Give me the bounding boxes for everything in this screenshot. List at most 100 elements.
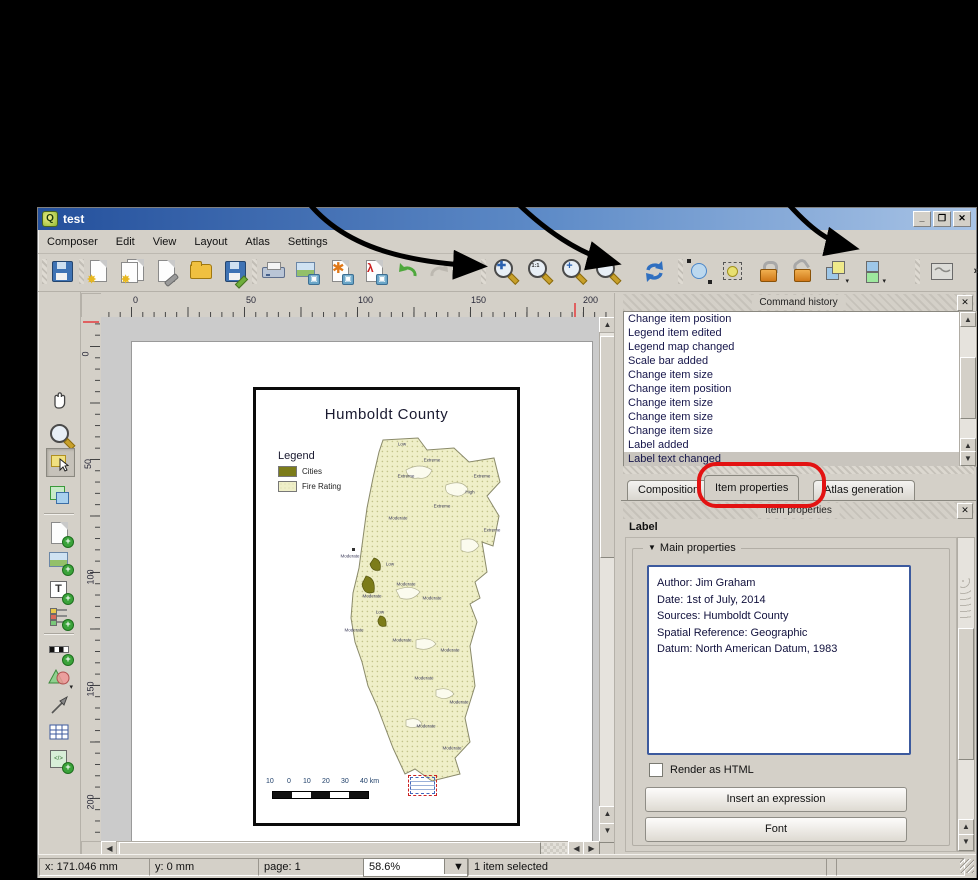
redo-icon[interactable] <box>425 258 452 285</box>
add-new-legend-icon[interactable]: + <box>46 603 73 630</box>
lower-items-icon[interactable]: ▾ <box>859 258 886 285</box>
zoom-actual-size-icon[interactable]: 1:1 <box>527 258 554 285</box>
close-icon[interactable]: ✕ <box>957 503 973 519</box>
unlock-items-icon[interactable] <box>788 258 815 285</box>
composition-page[interactable]: Humboldt County Legend Cities Fire Ratin… <box>131 341 593 841</box>
tab-item-properties[interactable]: Item properties <box>704 475 799 500</box>
atlas-preview-icon[interactable] <box>929 258 956 285</box>
map-item[interactable]: Humboldt County Legend Cities Fire Ratin… <box>253 387 520 826</box>
add-new-map-icon[interactable]: + <box>46 520 73 547</box>
font-button[interactable]: Font <box>645 817 907 842</box>
zoom-full-icon[interactable]: ✚ <box>493 258 520 285</box>
menubar: Composer Edit View Layout Atlas Settings <box>38 230 976 254</box>
save-icon[interactable] <box>48 258 75 285</box>
history-item[interactable]: Change item size <box>624 368 960 382</box>
command-history-list[interactable]: Change item position Legend item edited … <box>623 311 961 467</box>
scrollbar-thumb[interactable] <box>600 336 615 558</box>
zoom-in-icon[interactable]: + <box>561 258 588 285</box>
history-item[interactable]: Change item position <box>624 382 960 396</box>
scrollbar-thumb[interactable] <box>960 357 976 419</box>
menu-layout[interactable]: Layout <box>185 233 236 251</box>
scalebar-graphic <box>272 791 369 799</box>
toolbar-separator <box>44 633 74 634</box>
print-icon[interactable] <box>259 258 286 285</box>
history-item[interactable]: Legend item edited <box>624 326 960 340</box>
add-image-icon[interactable]: + <box>46 548 73 575</box>
history-item[interactable]: Legend map changed <box>624 340 960 354</box>
county-map-graphic <box>256 390 511 817</box>
move-item-content-icon[interactable] <box>46 481 73 508</box>
export-pdf-icon[interactable]: λ▣ <box>361 258 388 285</box>
history-item[interactable]: Scale bar added <box>624 354 960 368</box>
menu-settings[interactable]: Settings <box>279 233 337 251</box>
menu-edit[interactable]: Edit <box>107 233 144 251</box>
raise-items-icon[interactable]: ▾ <box>822 258 849 285</box>
minimize-button[interactable]: _ <box>913 211 931 227</box>
save-as-template-icon[interactable] <box>221 258 248 285</box>
history-scrollbar[interactable]: ▲ ▲ ▼ <box>959 311 977 467</box>
history-item[interactable]: Change item size <box>624 396 960 410</box>
chevron-down-icon[interactable]: ▼ <box>444 859 467 874</box>
scroll-down-button[interactable]: ▼ <box>958 834 974 851</box>
tab-composition[interactable]: Composition <box>627 480 710 500</box>
close-button[interactable]: ✕ <box>953 211 971 227</box>
lock-items-icon[interactable] <box>754 258 781 285</box>
new-composition-icon[interactable]: ✸ <box>85 258 112 285</box>
add-new-label-icon[interactable]: T + <box>46 577 73 604</box>
map-rating-label: Moderate <box>416 724 435 729</box>
insert-expression-button[interactable]: Insert an expression <box>645 787 907 812</box>
add-new-scalebar-icon[interactable]: + <box>46 638 73 665</box>
command-history-header: Command history ✕ <box>623 294 974 311</box>
add-arrow-icon[interactable] <box>46 692 73 719</box>
add-attribute-table-icon[interactable] <box>46 719 73 746</box>
composition-canvas[interactable]: Humboldt County Legend Cities Fire Ratin… <box>101 317 599 841</box>
map-rating-label: Low <box>376 610 384 615</box>
select-move-item-icon[interactable] <box>46 448 75 477</box>
render-as-html-checkbox[interactable] <box>649 763 663 777</box>
export-svg-icon[interactable]: ✱▣ <box>327 258 354 285</box>
maximize-button[interactable]: ❐ <box>933 211 951 227</box>
map-rating-label: Moderate <box>388 516 407 521</box>
map-rating-label: Moderate <box>449 700 468 705</box>
right-dock: Command history ✕ Change item position L… <box>621 293 976 854</box>
selected-label-item[interactable] <box>408 775 437 796</box>
pan-icon[interactable] <box>46 384 73 411</box>
menu-view[interactable]: View <box>144 233 186 251</box>
scroll-up-button[interactable]: ▲ <box>960 312 976 327</box>
undo-icon[interactable] <box>395 258 422 285</box>
duplicate-composition-icon[interactable]: ✸ <box>119 258 146 285</box>
select-move-item-icon[interactable] <box>686 258 713 285</box>
history-item[interactable]: Label added <box>624 438 960 452</box>
main-properties-toggle[interactable]: ▼Main properties <box>643 542 741 554</box>
horizontal-ruler: 0 50 100 150 200 <box>101 293 614 318</box>
refresh-view-icon[interactable] <box>641 258 668 285</box>
zoom-level-combo[interactable]: 58.6% ▼ <box>363 858 468 877</box>
map-rating-label: Moderate <box>442 746 461 751</box>
resize-grip[interactable] <box>960 859 974 873</box>
history-item[interactable]: Change item size <box>624 410 960 424</box>
close-icon[interactable]: ✕ <box>957 295 973 311</box>
map-rating-label: Extreme <box>424 458 441 463</box>
menu-composer[interactable]: Composer <box>38 233 107 251</box>
zoom-icon[interactable] <box>46 420 73 447</box>
label-text-input[interactable]: Author: Jim Graham Date: 1st of July, 20… <box>647 565 911 755</box>
add-basic-shape-icon[interactable]: ▾ <box>46 664 73 691</box>
zoom-out-icon[interactable]: − <box>595 258 622 285</box>
scroll-down-button[interactable]: ▼ <box>960 451 976 466</box>
menu-atlas[interactable]: Atlas <box>236 233 278 251</box>
composer-manager-icon[interactable] <box>153 258 180 285</box>
item-properties-scrollbar[interactable]: ▲ ▼ <box>957 537 975 852</box>
history-item[interactable]: Change item position <box>624 312 960 326</box>
add-html-frame-icon[interactable]: </> + <box>46 746 73 773</box>
tab-atlas-generation[interactable]: Atlas generation <box>813 480 915 500</box>
move-item-content-icon[interactable] <box>719 258 746 285</box>
map-rating-label: Moderate <box>396 582 415 587</box>
toolbar-overflow-button[interactable]: » <box>963 258 978 285</box>
history-item[interactable]: Change item size <box>624 424 960 438</box>
load-from-template-icon[interactable] <box>187 258 214 285</box>
history-item-selected[interactable]: Label text changed <box>624 452 960 466</box>
titlebar[interactable]: Q test _ ❐ ✕ <box>38 208 976 230</box>
scrollbar-thumb[interactable] <box>958 628 974 760</box>
map-rating-label: Moderate <box>392 638 411 643</box>
export-image-icon[interactable]: ▣ <box>293 258 320 285</box>
